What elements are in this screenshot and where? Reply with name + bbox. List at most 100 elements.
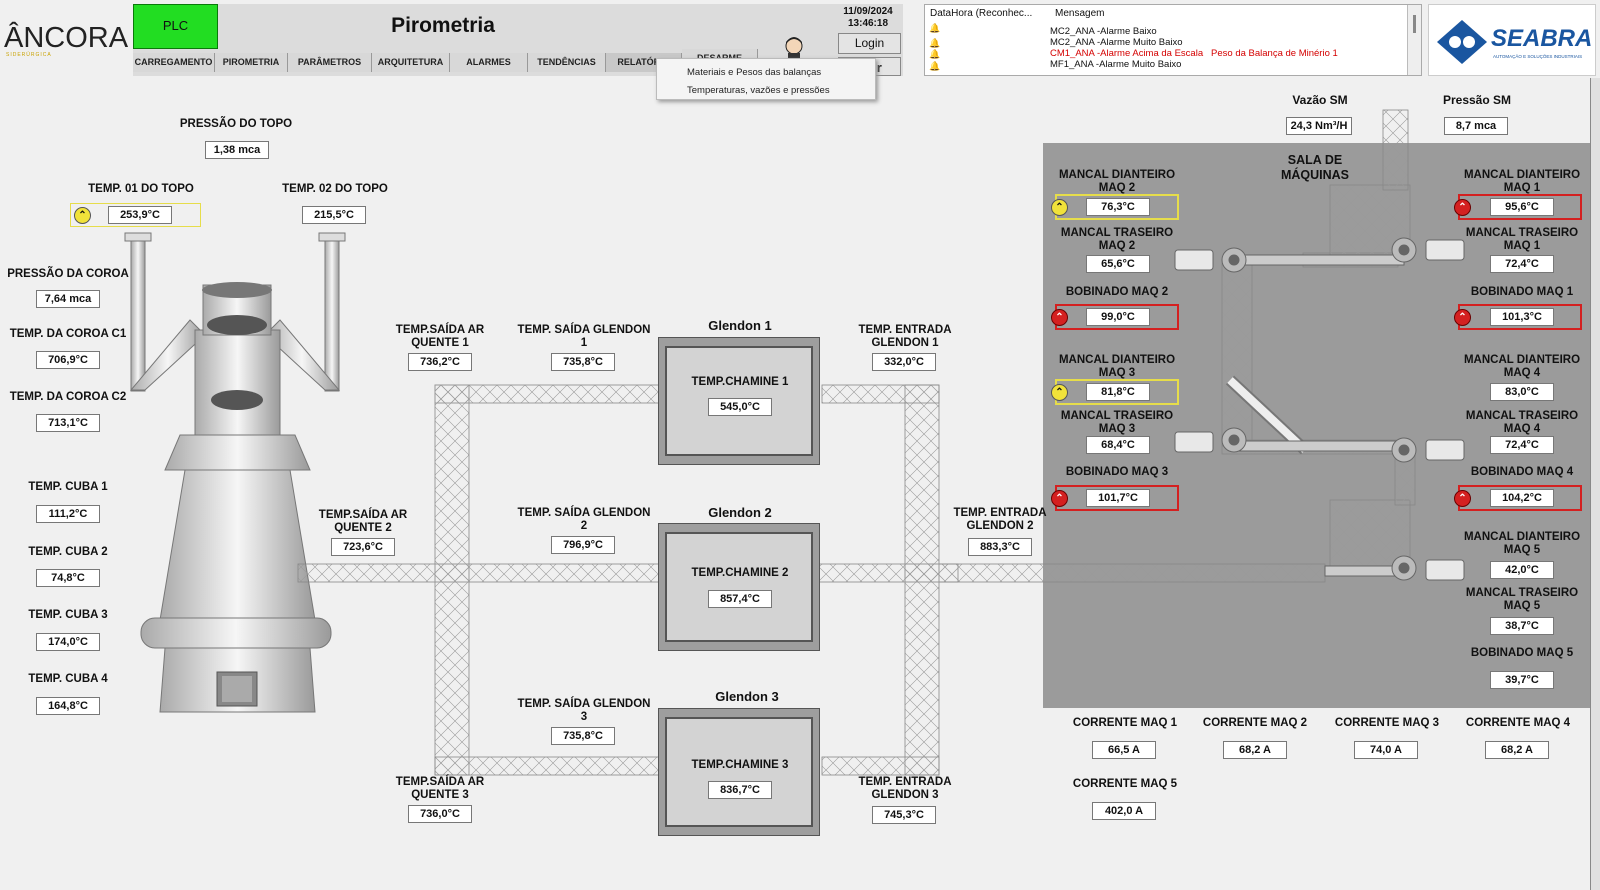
- mancal-traseiro-maq3-label: MANCAL TRASEIRO MAQ 3: [1060, 410, 1174, 435]
- cuba-4-value[interactable]: 164,8°C: [36, 697, 100, 715]
- glendon-2-title: Glendon 2: [708, 505, 772, 520]
- bobinado-maq4-value[interactable]: 104,2°C: [1490, 489, 1554, 507]
- cuba-3-value[interactable]: 174,0°C: [36, 633, 100, 651]
- cuba-2-value[interactable]: 74,8°C: [36, 569, 100, 587]
- pressao-sm-label: Pressão SM: [1442, 93, 1512, 107]
- cuba-3-label: TEMP. CUBA 3: [28, 609, 108, 621]
- mancal-dianteiro-maq2-label: MANCAL DIANTEIRO MAQ 2: [1058, 169, 1176, 194]
- cuba-2-label: TEMP. CUBA 2: [28, 546, 108, 558]
- cuba-1-label: TEMP. CUBA 1: [28, 481, 108, 493]
- mancal-traseiro-maq4-label: MANCAL TRASEIRO MAQ 4: [1465, 410, 1579, 435]
- glendon-2[interactable]: [658, 523, 820, 651]
- bobinado-maq2-value[interactable]: 99,0°C: [1086, 308, 1150, 326]
- coroa-c2-value[interactable]: 713,1°C: [36, 414, 100, 432]
- corrente-maq2-value[interactable]: 68,2 A: [1223, 741, 1287, 759]
- mancal-dianteiro-maq2-value[interactable]: 76,3°C: [1086, 198, 1150, 216]
- entrada-glendon-3-value[interactable]: 745,3°C: [872, 806, 936, 824]
- mancal-dianteiro-maq3-label: MANCAL DIANTEIRO MAQ 3: [1058, 354, 1176, 379]
- bobinado-maq5-label: BOBINADO MAQ 5: [1470, 647, 1574, 659]
- saida-glendon-1-value[interactable]: 735,8°C: [551, 353, 615, 371]
- corrente-maq3-value[interactable]: 74,0 A: [1354, 741, 1418, 759]
- pressao-topo-value[interactable]: 1,38 mca: [205, 141, 269, 159]
- pressao-sm-value[interactable]: 8,7 mca: [1444, 117, 1508, 135]
- double-chevron-up-icon: ⌃: [1454, 309, 1471, 326]
- bobinado-maq3-value[interactable]: 101,7°C: [1086, 489, 1150, 507]
- coroa-c1-value[interactable]: 706,9°C: [36, 351, 100, 369]
- corrente-maq1-value[interactable]: 66,5 A: [1092, 741, 1156, 759]
- pressao-coroa-value[interactable]: 7,64 mca: [36, 290, 100, 308]
- bobinado-maq5-value[interactable]: 39,7°C: [1490, 671, 1554, 689]
- vazao-sm-value[interactable]: 24,3 Nm³/H: [1286, 117, 1352, 135]
- temp-01-topo-label: TEMP. 01 DO TOPO: [88, 183, 194, 195]
- temp-01-topo-value[interactable]: 253,9°C: [108, 206, 172, 224]
- mancal-dianteiro-maq1-value[interactable]: 95,6°C: [1490, 198, 1554, 216]
- mancal-traseiro-maq3-value[interactable]: 68,4°C: [1086, 436, 1150, 454]
- mancal-traseiro-maq5-value[interactable]: 38,7°C: [1490, 617, 1554, 635]
- mancal-dianteiro-maq1-label: MANCAL DIANTEIRO MAQ 1: [1463, 169, 1581, 194]
- corrente-maq2-label: CORRENTE MAQ 2: [1202, 717, 1308, 729]
- bobinado-maq4-label: BOBINADO MAQ 4: [1470, 466, 1574, 478]
- mancal-traseiro-maq2-label: MANCAL TRASEIRO MAQ 2: [1060, 227, 1174, 252]
- cuba-4-label: TEMP. CUBA 4: [28, 673, 108, 685]
- temp-02-topo-value[interactable]: 215,5°C: [302, 206, 366, 224]
- pressao-topo-label: PRESSÃO DO TOPO: [179, 118, 293, 130]
- mancal-dianteiro-maq5-label: MANCAL DIANTEIRO MAQ 5: [1463, 531, 1581, 556]
- mancal-dianteiro-maq5-value[interactable]: 42,0°C: [1490, 561, 1554, 579]
- mancal-dianteiro-maq4-label: MANCAL DIANTEIRO MAQ 4: [1463, 354, 1581, 379]
- cuba-1-value[interactable]: 111,2°C: [36, 505, 100, 523]
- bobinado-maq2-label: BOBINADO MAQ 2: [1065, 286, 1169, 298]
- double-chevron-up-icon: ⌃: [1454, 490, 1471, 507]
- chamine-3-value[interactable]: 836,7°C: [708, 781, 772, 799]
- coroa-c2-label: TEMP. DA COROA C2: [9, 391, 127, 403]
- corrente-maq5-value[interactable]: 402,0 A: [1092, 802, 1156, 820]
- double-chevron-up-icon: ⌃: [1454, 199, 1471, 216]
- corrente-maq4-value[interactable]: 68,2 A: [1485, 741, 1549, 759]
- saida-ar-1-label: TEMP.SAÍDA AR QUENTE 1: [395, 324, 485, 349]
- saida-glendon-3-value[interactable]: 735,8°C: [551, 727, 615, 745]
- bobinado-maq1-label: BOBINADO MAQ 1: [1470, 286, 1574, 298]
- saida-glendon-3-label: TEMP. SAÍDA GLENDON 3: [517, 698, 651, 723]
- vazao-sm-label: Vazão SM: [1292, 93, 1348, 107]
- corrente-maq3-label: CORRENTE MAQ 3: [1334, 717, 1440, 729]
- glendon-1-title: Glendon 1: [708, 318, 772, 333]
- entrada-glendon-2-value[interactable]: 883,3°C: [968, 538, 1032, 556]
- sala-maquinas-label: SALA DE MÁQUINAS: [1280, 153, 1350, 182]
- corrente-maq5-label: CORRENTE MAQ 5: [1072, 778, 1178, 790]
- chamine-2-label: TEMP.CHAMINE 2: [691, 567, 789, 579]
- mancal-traseiro-maq5-label: MANCAL TRASEIRO MAQ 5: [1465, 587, 1579, 612]
- bobinado-maq1-value[interactable]: 101,3°C: [1490, 308, 1554, 326]
- saida-glendon-1-label: TEMP. SAÍDA GLENDON 1: [517, 324, 651, 349]
- coroa-c1-label: TEMP. DA COROA C1: [9, 328, 127, 340]
- saida-glendon-2-label: TEMP. SAÍDA GLENDON 2: [517, 507, 651, 532]
- entrada-glendon-1-label: TEMP. ENTRADA GLENDON 1: [858, 324, 952, 349]
- chevron-up-icon: ⌃: [74, 207, 91, 224]
- bobinado-maq3-label: BOBINADO MAQ 3: [1065, 466, 1169, 478]
- glendon-3[interactable]: [658, 708, 820, 836]
- mancal-traseiro-maq2-value[interactable]: 65,6°C: [1086, 255, 1150, 273]
- double-chevron-up-icon: ⌃: [1051, 490, 1068, 507]
- chamine-1-label: TEMP.CHAMINE 1: [691, 376, 789, 388]
- temp-02-topo-label: TEMP. 02 DO TOPO: [282, 183, 388, 195]
- saida-ar-3-value[interactable]: 736,0°C: [408, 805, 472, 823]
- chamine-1-value[interactable]: 545,0°C: [708, 398, 772, 416]
- corrente-maq1-label: CORRENTE MAQ 1: [1072, 717, 1178, 729]
- saida-ar-2-value[interactable]: 723,6°C: [331, 538, 395, 556]
- double-chevron-up-icon: ⌃: [1051, 309, 1068, 326]
- entrada-glendon-2-label: TEMP. ENTRADA GLENDON 2: [953, 507, 1047, 532]
- saida-ar-2-label: TEMP.SAÍDA AR QUENTE 2: [318, 509, 408, 534]
- mancal-traseiro-maq4-value[interactable]: 72,4°C: [1490, 436, 1554, 454]
- chamine-2-value[interactable]: 857,4°C: [708, 590, 772, 608]
- chevron-up-icon: ⌃: [1051, 199, 1068, 216]
- saida-ar-1-value[interactable]: 736,2°C: [408, 353, 472, 371]
- mancal-traseiro-maq1-value[interactable]: 72,4°C: [1490, 255, 1554, 273]
- chamine-3-label: TEMP.CHAMINE 3: [691, 759, 789, 771]
- saida-ar-3-label: TEMP.SAÍDA AR QUENTE 3: [395, 776, 485, 801]
- blast-furnace-drawing: [124, 232, 346, 713]
- mancal-traseiro-maq1-label: MANCAL TRASEIRO MAQ 1: [1465, 227, 1579, 252]
- entrada-glendon-1-value[interactable]: 332,0°C: [872, 353, 936, 371]
- pressao-coroa-label: PRESSÃO DA COROA: [7, 268, 129, 280]
- mancal-dianteiro-maq3-value[interactable]: 81,8°C: [1086, 383, 1150, 401]
- chevron-up-icon: ⌃: [1051, 384, 1068, 401]
- saida-glendon-2-value[interactable]: 796,9°C: [551, 536, 615, 554]
- mancal-dianteiro-maq4-value[interactable]: 83,0°C: [1490, 383, 1554, 401]
